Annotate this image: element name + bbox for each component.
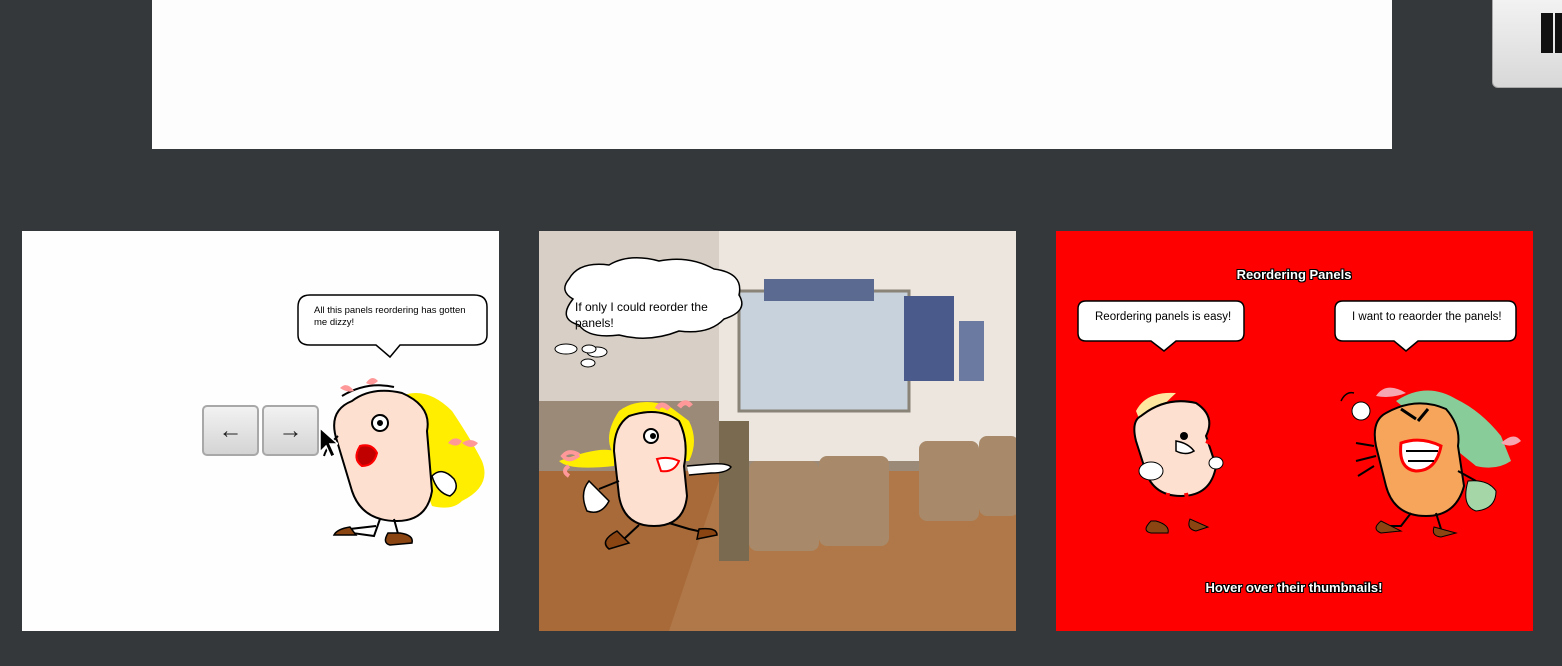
top-panel-canvas (152, 0, 1392, 149)
corner-button-icon (1541, 13, 1562, 53)
speech-bubble-left (1077, 300, 1245, 352)
speech-bubble-right-text: I want to reaorder the panels! (1352, 311, 1502, 323)
angry-character (1340, 387, 1521, 538)
thought-bubble-text: If only I could reorder the panels! (575, 300, 708, 330)
speech-bubble-left-text: Reordering panels is easy! (1095, 311, 1232, 323)
speech-bubble-right (1334, 300, 1517, 352)
prev-panel-button[interactable]: ← (202, 405, 259, 456)
arrow-left-icon: ← (218, 416, 243, 444)
panel-1-artwork (297, 294, 488, 546)
arrow-right-icon: → (278, 416, 303, 444)
dizzy-character (323, 377, 485, 546)
panel-3-artwork (1077, 300, 1521, 538)
calm-character (1125, 392, 1224, 534)
panel-2-artwork (539, 231, 1016, 631)
comic-panel-2[interactable]: If only I could reorder the panels! (539, 231, 1016, 631)
next-panel-button[interactable]: → (262, 405, 319, 456)
mouse-cursor-icon (319, 426, 338, 459)
speech-bubble-1-text: All this panels reordering has gotten me… (314, 305, 466, 329)
comic-panel-3[interactable]: Reordering Panels Reordering panels is e… (1056, 231, 1533, 631)
comic-panel-1[interactable]: All this panels reordering has gotten me… (22, 231, 499, 631)
panel-3-footer: Hover over their thumbnails! (1205, 580, 1383, 595)
corner-button[interactable] (1492, 0, 1562, 88)
